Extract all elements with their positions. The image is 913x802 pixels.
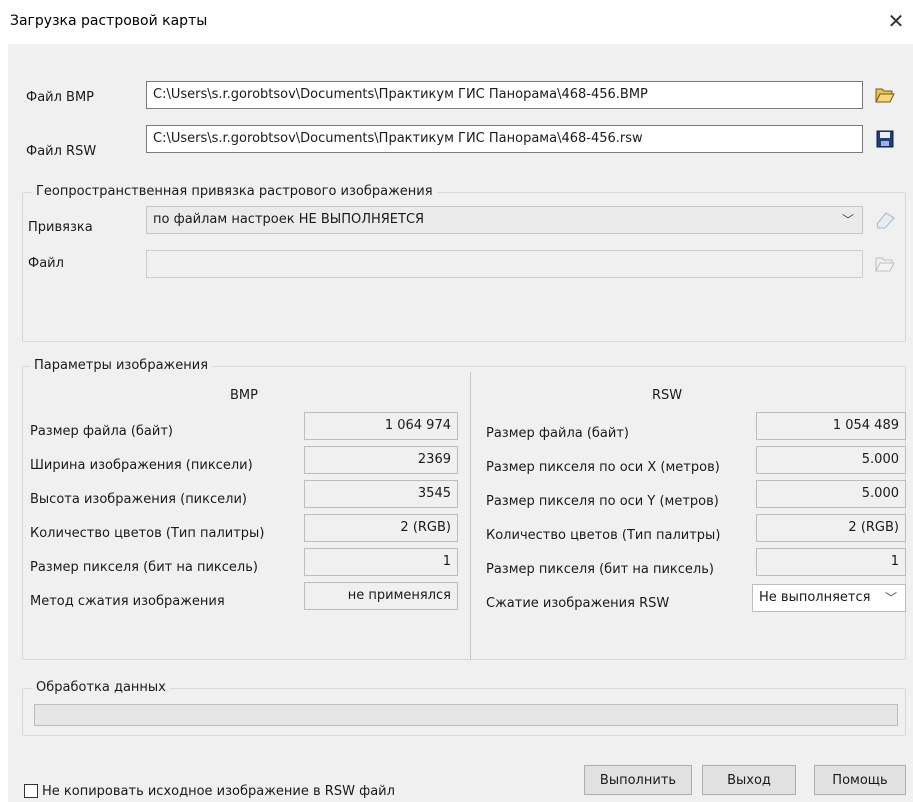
- rsw-compression-select[interactable]: Не выполняется ﹀: [752, 584, 906, 612]
- bmp-param-value: 2 (RGB): [304, 514, 458, 542]
- progress-bar: [34, 704, 898, 726]
- binding-settings-button[interactable]: [870, 206, 900, 234]
- save-rsw-button[interactable]: [870, 125, 900, 153]
- bmp-param-label: Размер пикселя (бит на пиксель): [30, 560, 258, 575]
- binding-selected-value: по файлам настроек НЕ ВЫПОЛНЯЕТСЯ: [153, 212, 425, 227]
- params-group-title: Параметры изображения: [30, 358, 213, 373]
- bmp-param-value: 2369: [304, 446, 458, 474]
- rsw-file-label: Файл RSW: [26, 144, 97, 159]
- rsw-param-value: 2 (RGB): [756, 514, 906, 542]
- georef-file-input[interactable]: [146, 250, 863, 278]
- close-button[interactable]: ✕: [880, 6, 912, 36]
- bmp-param-label: Метод сжатия изображения: [30, 594, 225, 609]
- bmp-param-value: 3545: [304, 480, 458, 508]
- processing-group-title: Обработка данных: [32, 680, 170, 695]
- rsw-compression-label: Сжатие изображения RSW: [486, 596, 670, 611]
- exit-button[interactable]: Выход: [702, 765, 796, 795]
- rsw-param-value: 1: [756, 548, 906, 576]
- no-copy-checkbox-label: Не копировать исходное изображение в RSW…: [42, 784, 395, 799]
- rsw-header: RSW: [652, 388, 683, 403]
- bmp-param-label: Количество цветов (Тип палитры): [30, 526, 265, 541]
- open-bmp-button[interactable]: [870, 81, 900, 109]
- georef-group-title: Геопространственная привязка растрового …: [32, 184, 437, 199]
- rsw-param-value: 5.000: [756, 480, 906, 508]
- params-group: [22, 366, 906, 660]
- close-icon: ✕: [887, 9, 905, 33]
- binding-select[interactable]: по файлам настроек НЕ ВЫПОЛНЯЕТСЯ ﹀: [146, 206, 863, 234]
- rsw-param-label: Размер пикселя (бит на пиксель): [486, 562, 714, 577]
- dialog-window: Загрузка растровой карты ✕ Файл BMP C:\U…: [0, 0, 913, 802]
- open-georef-file-button[interactable]: [870, 250, 900, 278]
- rsw-param-value: 5.000: [756, 446, 906, 474]
- bmp-param-label: Размер файла (байт): [30, 424, 173, 439]
- rsw-compression-value: Не выполняется: [759, 590, 871, 605]
- bmp-param-label: Высота изображения (пиксели): [30, 492, 247, 507]
- chevron-down-icon: ﹀: [841, 213, 854, 227]
- rsw-param-label: Размер файла (байт): [486, 426, 629, 441]
- execute-button[interactable]: Выполнить: [584, 765, 692, 795]
- bmp-path-input[interactable]: C:\Users\s.r.gorobtsov\Documents\Практик…: [146, 81, 863, 109]
- folder-open-icon: [875, 257, 895, 272]
- bmp-header: BMP: [230, 388, 258, 403]
- dialog-title: Загрузка растровой карты: [10, 13, 208, 29]
- bmp-param-label: Ширина изображения (пиксели): [30, 458, 253, 473]
- rsw-path-input[interactable]: C:\Users\s.r.gorobtsov\Documents\Практик…: [146, 125, 863, 153]
- eraser-icon: [876, 212, 895, 229]
- georef-file-label: Файл: [28, 256, 64, 271]
- rsw-param-label: Размер пикселя по оси X (метров): [486, 460, 720, 475]
- params-divider: [470, 372, 471, 660]
- title-bar: Загрузка растровой карты ✕: [0, 0, 913, 44]
- bmp-param-value: 1 064 974: [304, 412, 458, 440]
- save-disk-icon: [876, 130, 894, 148]
- bmp-param-value: 1: [304, 548, 458, 576]
- rsw-param-value: 1 054 489: [756, 412, 906, 440]
- rsw-param-label: Количество цветов (Тип палитры): [486, 528, 721, 543]
- bmp-param-value: не применялся: [304, 582, 458, 610]
- rsw-param-label: Размер пикселя по оси Y (метров): [486, 494, 719, 509]
- no-copy-checkbox[interactable]: [24, 784, 38, 798]
- binding-label: Привязка: [28, 220, 93, 235]
- help-button[interactable]: Помощь: [814, 765, 906, 795]
- bmp-file-label: Файл BMP: [26, 90, 95, 105]
- folder-open-icon: [875, 88, 895, 103]
- chevron-down-icon: ﹀: [884, 591, 897, 605]
